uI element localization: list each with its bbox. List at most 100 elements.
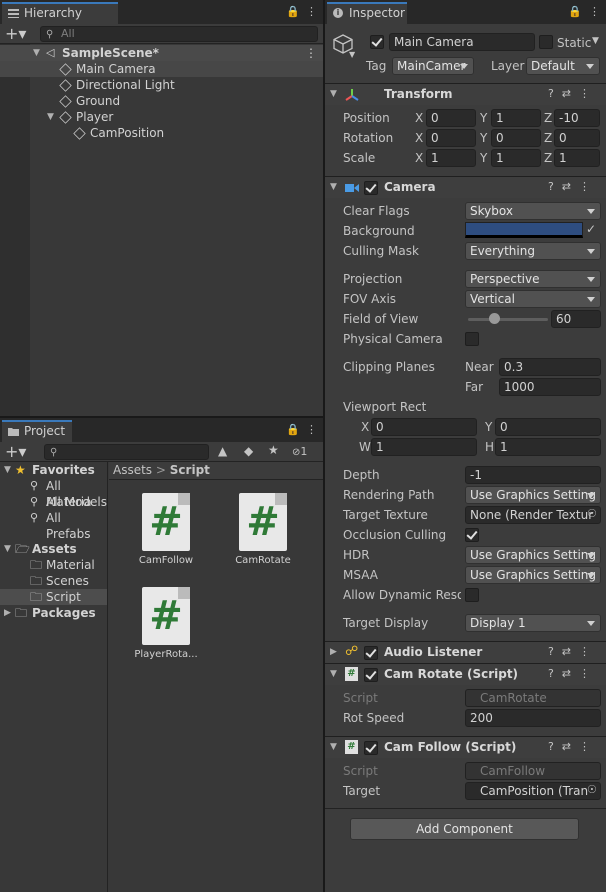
hierarchy-item[interactable]: Main Camera xyxy=(0,61,323,77)
object-picker-icon[interactable]: ☉ xyxy=(587,507,597,520)
audio-listener-checkbox[interactable] xyxy=(364,646,378,660)
hidden-packages-icon[interactable]: ⊘1 xyxy=(292,445,307,458)
component-header-icons[interactable]: ?⇄⋮ xyxy=(548,740,598,753)
object-name-field[interactable]: Main Camera xyxy=(389,33,535,51)
target-texture-field[interactable]: None (Render Textur xyxy=(465,506,601,524)
favorites-item[interactable]: ⚲ All Models xyxy=(0,494,107,510)
hierarchy-item[interactable]: Directional Light xyxy=(0,77,323,93)
object-picker-icon[interactable]: ☉ xyxy=(587,783,597,796)
tab-project[interactable]: Project xyxy=(2,420,72,442)
layer-dropdown[interactable]: Default xyxy=(526,57,600,75)
culling-mask-dropdown[interactable]: Everything xyxy=(465,242,601,260)
near-field[interactable]: 0.3 xyxy=(499,358,601,376)
cam-follow-checkbox[interactable] xyxy=(364,741,378,755)
more-menu-icon[interactable]: ⋮ xyxy=(589,5,600,18)
packages-row[interactable]: ▶ 🗀 Packages xyxy=(0,605,107,621)
project-search-input[interactable]: ⚲ xyxy=(44,444,209,460)
fov-axis-dropdown[interactable]: Vertical xyxy=(465,290,601,308)
fov-value-field[interactable]: 60 xyxy=(551,310,601,328)
filter-type-icon[interactable]: ▲ xyxy=(218,444,227,458)
collapse-arrow-icon[interactable]: ▶ xyxy=(330,647,337,657)
expand-arrow-icon[interactable]: ▼ xyxy=(4,541,11,557)
position-y-field[interactable]: 1 xyxy=(491,109,541,127)
scale-z-field[interactable]: 1 xyxy=(554,149,600,167)
cam-rotate-checkbox[interactable] xyxy=(364,668,378,682)
static-dropdown-arrow-icon[interactable]: ▼ xyxy=(592,36,599,46)
favorites-item[interactable]: ⚲ All Prefabs xyxy=(0,510,107,541)
dynamic-resolution-checkbox[interactable] xyxy=(465,588,479,602)
rotation-x-field[interactable]: 0 xyxy=(426,129,476,147)
folder-item[interactable]: 🗀 Scenes xyxy=(0,573,107,589)
lock-icon[interactable]: 🔒 xyxy=(568,5,582,18)
expand-arrow-icon[interactable]: ▼ xyxy=(4,462,11,478)
cam-follow-header[interactable]: ▼ # Cam Follow (Script) ?⇄⋮ xyxy=(325,736,606,758)
create-plus-icon[interactable]: +▾ xyxy=(5,442,26,461)
target-display-dropdown[interactable]: Display 1 xyxy=(465,614,601,632)
scale-y-field[interactable]: 1 xyxy=(491,149,541,167)
depth-field[interactable]: -1 xyxy=(465,466,601,484)
expand-arrow-icon[interactable]: ▼ xyxy=(330,742,337,752)
camera-enabled-checkbox[interactable] xyxy=(364,181,378,195)
more-menu-icon[interactable]: ⋮ xyxy=(306,5,317,18)
component-header-icons[interactable]: ?⇄⋮ xyxy=(548,667,598,680)
folder-item-selected[interactable]: 🗀 Script xyxy=(0,589,107,605)
msaa-dropdown[interactable]: Use Graphics Setting xyxy=(465,566,601,584)
transform-header[interactable]: ▼ Transform ?⇄⋮ xyxy=(325,83,606,105)
hierarchy-item[interactable]: CamPosition xyxy=(0,125,323,141)
folder-item[interactable]: 🗀 Material xyxy=(0,557,107,573)
target-field[interactable]: CamPosition (Tran xyxy=(465,782,601,800)
expand-arrow-icon[interactable]: ▼ xyxy=(330,89,337,99)
position-x-field[interactable]: 0 xyxy=(426,109,476,127)
viewport-x-field[interactable]: 0 xyxy=(371,418,477,436)
breadcrumb-root[interactable]: Assets xyxy=(113,463,152,477)
viewport-w-field[interactable]: 1 xyxy=(371,438,477,456)
hierarchy-item[interactable]: Ground xyxy=(0,93,323,109)
component-header-icons[interactable]: ?⇄⋮ xyxy=(548,87,598,100)
lock-icon[interactable]: 🔒 xyxy=(286,5,300,18)
favorites-row[interactable]: ▼ ★ Favorites xyxy=(0,462,107,478)
component-header-icons[interactable]: ?⇄⋮ xyxy=(548,645,598,658)
scene-row[interactable]: ▼ ◁ SampleScene* ⋮ xyxy=(0,45,323,61)
more-menu-icon[interactable]: ⋮ xyxy=(306,423,317,436)
rot-speed-field[interactable]: 200 xyxy=(465,709,601,727)
csharp-script-icon[interactable]: # xyxy=(142,587,190,645)
far-field[interactable]: 1000 xyxy=(499,378,601,396)
cam-rotate-header[interactable]: ▼ # Cam Rotate (Script) ?⇄⋮ xyxy=(325,663,606,685)
occlusion-culling-checkbox[interactable] xyxy=(465,528,479,542)
active-checkbox[interactable] xyxy=(370,35,384,49)
clear-flags-dropdown[interactable]: Skybox xyxy=(465,202,601,220)
add-plus-icon[interactable]: +▾ xyxy=(5,24,26,43)
audio-listener-header[interactable]: ▶ ☍ Audio Listener ?⇄⋮ xyxy=(325,641,606,663)
hdr-dropdown[interactable]: Use Graphics Setting xyxy=(465,546,601,564)
scale-x-field[interactable]: 1 xyxy=(426,149,476,167)
position-z-field[interactable]: -10 xyxy=(554,109,600,127)
tab-inspector[interactable]: i Inspector xyxy=(327,2,407,24)
expand-arrow-icon[interactable]: ▼ xyxy=(330,669,337,679)
hierarchy-item[interactable]: ▼ Player xyxy=(0,109,323,125)
rendering-path-dropdown[interactable]: Use Graphics Setting xyxy=(465,486,601,504)
static-checkbox[interactable] xyxy=(539,35,553,49)
rotation-z-field[interactable]: 0 xyxy=(554,129,600,147)
tag-dropdown[interactable]: MainCamer xyxy=(392,57,474,75)
camera-header[interactable]: ▼ Camera ?⇄⋮ xyxy=(325,176,606,198)
filter-label-icon[interactable]: ◆ xyxy=(244,444,253,458)
viewport-y-field[interactable]: 0 xyxy=(495,418,601,436)
breadcrumb-current[interactable]: Script xyxy=(170,463,210,477)
rotation-y-field[interactable]: 0 xyxy=(491,129,541,147)
assets-row[interactable]: ▼ 🗁 Assets xyxy=(0,541,107,557)
expand-arrow-icon[interactable]: ▼ xyxy=(47,109,54,125)
component-header-icons[interactable]: ?⇄⋮ xyxy=(548,180,598,193)
favorite-star-icon[interactable]: ★ xyxy=(268,443,279,457)
background-color-swatch[interactable] xyxy=(465,222,583,238)
scene-menu-icon[interactable]: ⋮ xyxy=(305,45,317,61)
projection-dropdown[interactable]: Perspective xyxy=(465,270,601,288)
add-component-button[interactable]: Add Component xyxy=(350,818,579,840)
tab-hierarchy[interactable]: Hierarchy xyxy=(2,2,118,24)
hierarchy-search-input[interactable]: ⚲ All xyxy=(40,26,318,42)
favorites-item[interactable]: ⚲ All Materia xyxy=(0,478,107,509)
physical-camera-checkbox[interactable] xyxy=(465,332,479,346)
fov-slider-handle[interactable] xyxy=(488,313,500,324)
expand-arrow-icon[interactable]: ▼ xyxy=(330,182,337,192)
fov-slider-track[interactable] xyxy=(468,318,548,321)
csharp-script-icon[interactable]: # xyxy=(239,493,287,551)
